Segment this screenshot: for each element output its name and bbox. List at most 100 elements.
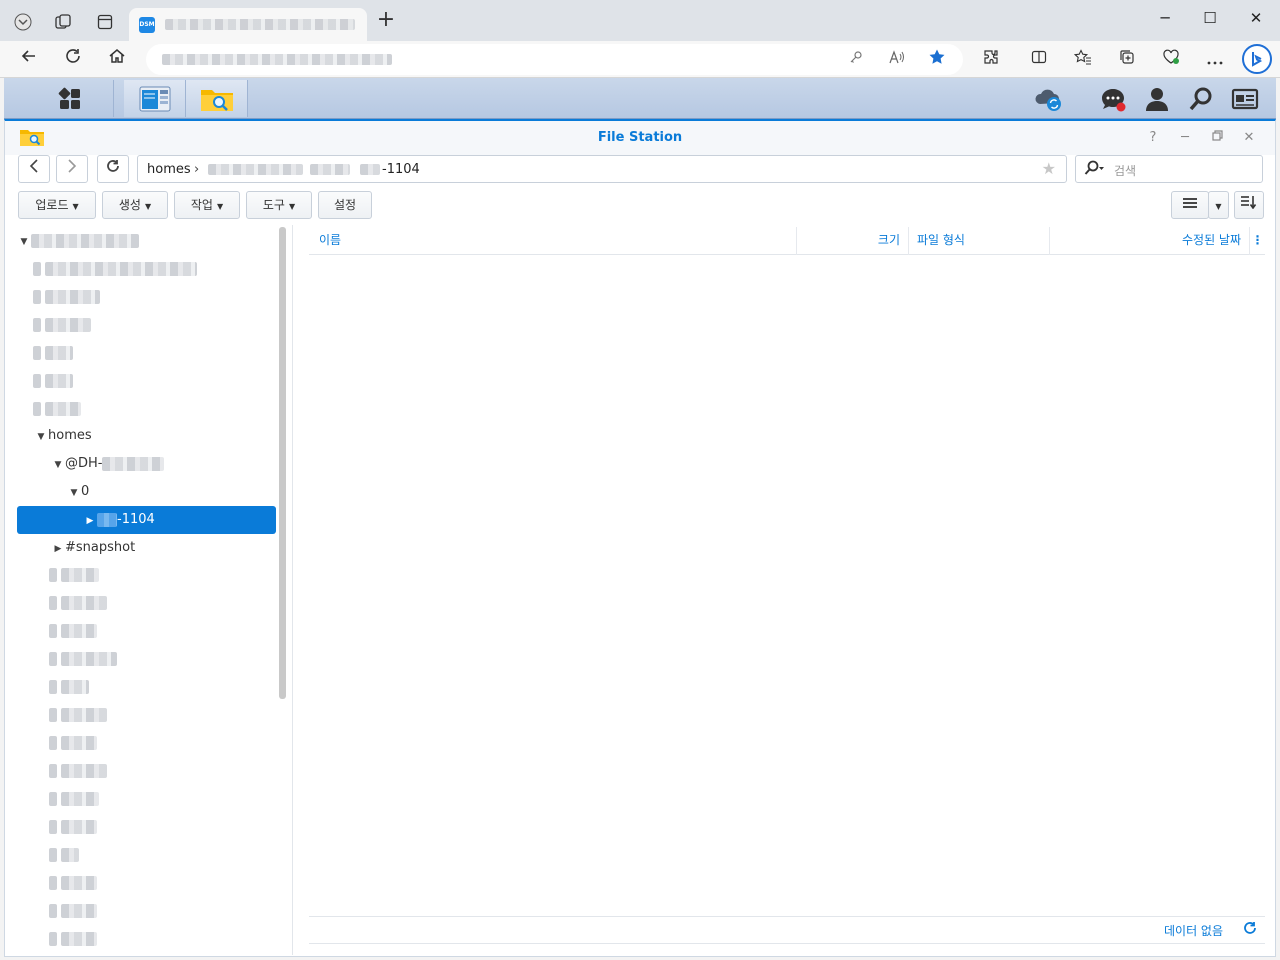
tree-item[interactable]: [49, 869, 98, 897]
tree-item[interactable]: [33, 367, 74, 395]
tree-item[interactable]: [33, 395, 82, 423]
tree-scrollbar[interactable]: [279, 227, 286, 699]
path-segment-redacted[interactable]: [310, 164, 350, 175]
home-icon[interactable]: [103, 46, 131, 74]
upload-button[interactable]: 업로드 ▼: [18, 191, 96, 219]
sync-cloud-icon[interactable]: [1034, 84, 1064, 114]
tree-item[interactable]: [49, 897, 98, 925]
forward-button[interactable]: [56, 155, 88, 183]
maximize-button[interactable]: ☐: [1187, 4, 1233, 32]
tree-item[interactable]: [49, 785, 100, 813]
expand-down-icon[interactable]: ▼: [67, 479, 81, 507]
back-button[interactable]: [18, 155, 50, 183]
column-modified[interactable]: 수정된 날짜: [1050, 227, 1250, 255]
tree-item[interactable]: [33, 255, 198, 283]
search-icon[interactable]: [1186, 84, 1216, 114]
search-dropdown-icon[interactable]: [1084, 160, 1106, 180]
tree-item[interactable]: [49, 645, 118, 673]
expand-right-icon[interactable]: ▶: [51, 535, 65, 563]
tree-bullet-redacted: [49, 623, 57, 638]
tree-item[interactable]: [49, 729, 98, 757]
tree-item-dh[interactable]: ▼ @DH-: [51, 450, 165, 479]
tree-item[interactable]: [33, 339, 74, 367]
list-view-button[interactable]: [1171, 191, 1209, 219]
help-icon[interactable]: ?: [1143, 128, 1163, 148]
favorites-icon[interactable]: [1069, 46, 1097, 74]
refresh-button[interactable]: [97, 155, 129, 183]
refresh-icon[interactable]: [59, 46, 87, 74]
widgets-icon[interactable]: [1230, 84, 1260, 114]
tools-button[interactable]: 도구 ▼: [246, 191, 312, 219]
notifications-chat-icon[interactable]: [1098, 84, 1128, 114]
action-button[interactable]: 작업 ▼: [174, 191, 240, 219]
back-icon[interactable]: [15, 46, 43, 74]
workspaces-icon[interactable]: [49, 8, 77, 36]
tree-item-root[interactable]: ▼: [17, 227, 139, 255]
column-name[interactable]: 이름: [309, 227, 797, 255]
read-aloud-icon[interactable]: [885, 48, 909, 72]
tree-item-homes[interactable]: ▼ homes: [34, 422, 92, 450]
user-icon[interactable]: [1142, 84, 1172, 114]
column-options-icon[interactable]: ⋮: [1250, 227, 1265, 255]
view-dropdown-button[interactable]: ▼: [1208, 191, 1229, 219]
tree-item[interactable]: [49, 561, 100, 589]
main-menu-button[interactable]: [26, 80, 114, 117]
bing-copilot-icon[interactable]: [1242, 44, 1272, 74]
tree-item[interactable]: [33, 311, 92, 339]
window-restore-icon[interactable]: [1207, 128, 1227, 148]
expand-down-icon[interactable]: ▼: [34, 423, 48, 451]
window-close-icon[interactable]: ✕: [1239, 128, 1259, 148]
expand-right-icon[interactable]: ▶: [83, 507, 97, 535]
footer-refresh-icon[interactable]: [1243, 921, 1257, 939]
profile-icon[interactable]: [9, 8, 37, 36]
expand-down-icon[interactable]: ▼: [51, 451, 65, 479]
path-segment-redacted[interactable]: [208, 164, 303, 175]
window-title-bar[interactable]: File Station ? ─ ✕: [5, 121, 1275, 155]
sort-button[interactable]: [1234, 191, 1264, 219]
tree-item[interactable]: [33, 283, 101, 311]
browser-essentials-icon[interactable]: [1157, 46, 1185, 74]
caret-down-icon: ▼: [144, 202, 152, 211]
tree-item[interactable]: [49, 617, 98, 645]
address-bar[interactable]: [146, 44, 963, 75]
collections-icon[interactable]: [1113, 46, 1141, 74]
expand-down-icon[interactable]: ▼: [17, 228, 31, 256]
bookmark-star-icon[interactable]: ★: [1042, 159, 1056, 178]
tab-actions-icon[interactable]: [91, 8, 119, 36]
window-minimize-icon[interactable]: ─: [1175, 128, 1195, 148]
close-button[interactable]: ✕: [1233, 4, 1279, 32]
column-size[interactable]: 크기: [797, 227, 909, 255]
tree-label-redacted: [61, 567, 100, 582]
control-panel-taskbar-button[interactable]: [124, 80, 186, 117]
favorite-star-icon[interactable]: [925, 48, 949, 72]
new-tab-button[interactable]: +: [374, 9, 398, 33]
browser-tab-active[interactable]: DSM: [129, 8, 367, 41]
settings-button[interactable]: 설정: [318, 191, 372, 219]
extensions-icon[interactable]: [977, 46, 1005, 74]
tree-item[interactable]: [49, 925, 98, 953]
split-screen-icon[interactable]: [1025, 46, 1053, 74]
tree-bullet-redacted: [49, 847, 57, 862]
search-field[interactable]: 검색: [1075, 155, 1263, 183]
path-segment-homes[interactable]: homes: [147, 162, 191, 177]
column-type[interactable]: 파일 형식: [909, 227, 1050, 255]
tree-item[interactable]: [49, 701, 108, 729]
path-segment-current[interactable]: -1104: [382, 162, 420, 177]
tree-item[interactable]: [49, 757, 108, 785]
key-icon[interactable]: [844, 48, 868, 72]
create-button[interactable]: 생성 ▼: [102, 191, 168, 219]
more-menu-icon[interactable]: [1201, 46, 1229, 74]
tree-item[interactable]: [49, 673, 90, 701]
file-station-taskbar-button[interactable]: [186, 80, 248, 117]
pane-divider[interactable]: [292, 225, 293, 955]
tree-item-0[interactable]: ▼ 0: [67, 478, 90, 507]
tree-bullet-redacted: [49, 651, 57, 666]
minimize-button[interactable]: ─: [1142, 4, 1188, 32]
path-bar[interactable]: homes › -1104 ★: [137, 155, 1067, 183]
tree-item[interactable]: [49, 841, 80, 869]
tree-item[interactable]: [49, 589, 108, 617]
tree-item-snapshot[interactable]: ▶ #snapshot: [51, 534, 136, 563]
path-segment-redacted[interactable]: [360, 164, 380, 175]
tree-item-selected[interactable]: ▶ -1104: [83, 506, 155, 534]
tree-item[interactable]: [49, 813, 98, 841]
